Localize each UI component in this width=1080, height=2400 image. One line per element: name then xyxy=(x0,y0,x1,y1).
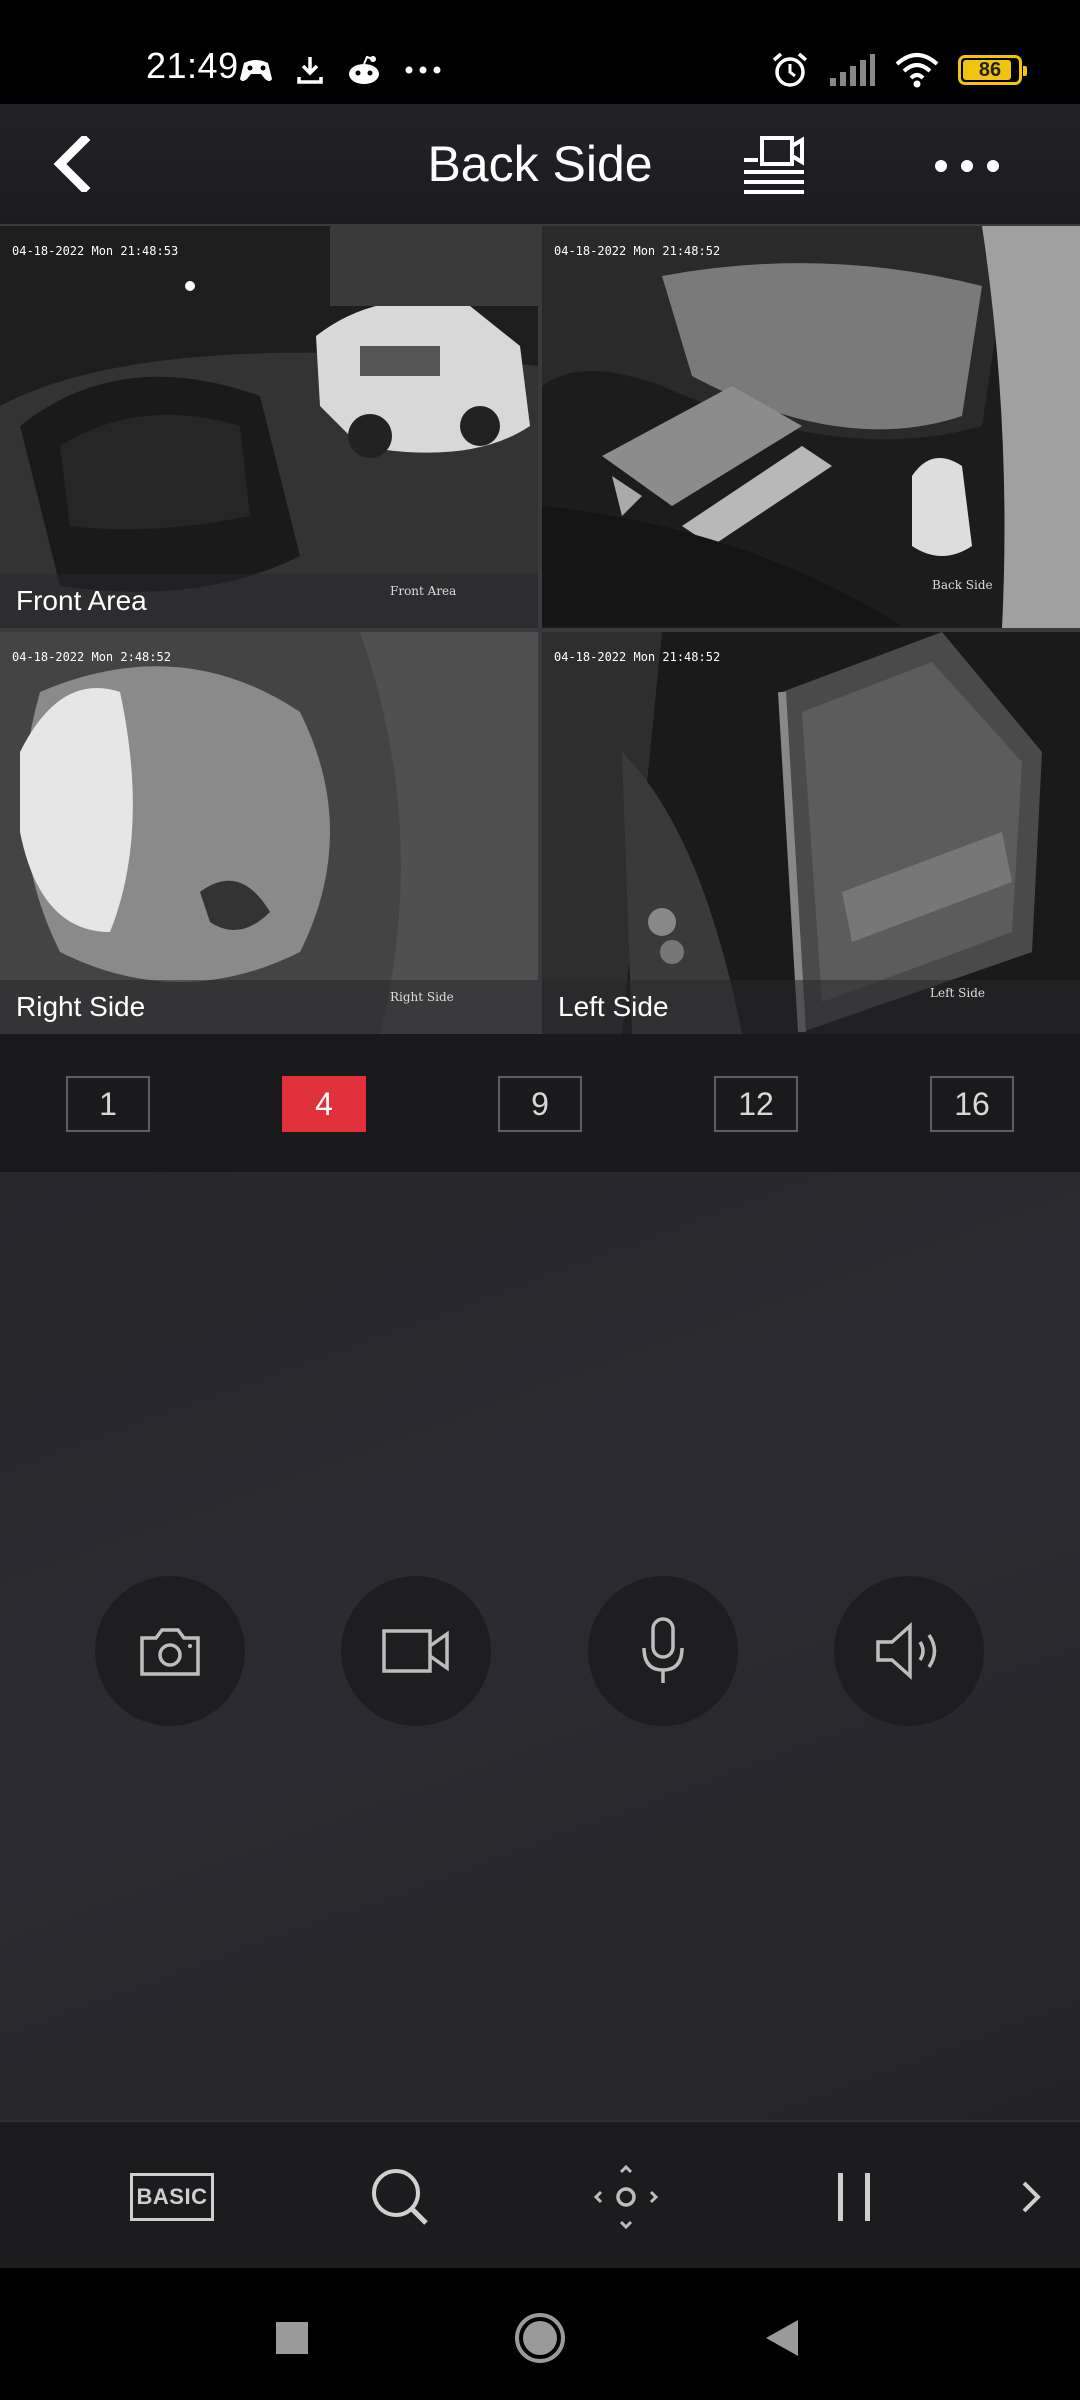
live-view-list-icon xyxy=(744,136,804,194)
status-icons-left xyxy=(238,50,442,90)
reddit-icon xyxy=(349,55,379,84)
camera-label: Front Area xyxy=(16,585,147,616)
osd-timestamp: 04-18-2022 Mon 21:48:52 xyxy=(554,650,721,664)
camera-cell-right-side[interactable]: 04-18-2022 Mon 2:48:52 Right Side Right … xyxy=(0,632,538,1034)
alarm-icon xyxy=(772,52,808,87)
osd-timestamp: 04-18-2022 Mon 2:48:52 xyxy=(12,650,171,664)
status-icons-right: 86 xyxy=(770,46,1027,94)
basic-mode-button[interactable]: BASIC xyxy=(126,2162,218,2232)
pause-button[interactable] xyxy=(814,2162,894,2232)
more-tools-button[interactable] xyxy=(1010,2162,1054,2232)
ptz-button[interactable] xyxy=(586,2162,666,2232)
camera-cell-left-side[interactable]: 04-18-2022 Mon 21:48:52 Left Side Left S… xyxy=(542,632,1080,1034)
more-icon xyxy=(935,160,947,172)
split-9-button[interactable]: 9 xyxy=(498,1076,582,1132)
recents-square-icon xyxy=(276,2322,308,2354)
talk-button[interactable] xyxy=(588,1576,738,1726)
pause-icon xyxy=(838,2173,870,2221)
camera-feed xyxy=(542,226,1080,628)
microphone-icon xyxy=(642,1617,684,1683)
page-title: Back Side xyxy=(427,136,653,192)
osd-camera-name: Back Side xyxy=(932,578,993,592)
search-button[interactable] xyxy=(360,2162,440,2232)
more-dots-icon xyxy=(405,66,441,74)
home-button[interactable] xyxy=(500,2298,580,2378)
osd-camera-name: Front Area xyxy=(390,584,457,598)
camera-feed xyxy=(0,632,538,1034)
camera-label: Right Side xyxy=(16,991,146,1022)
osd-camera-name: Left Side xyxy=(930,986,985,1000)
status-bar: 21:49 86 xyxy=(0,0,1080,104)
basic-label: BASIC xyxy=(129,2173,215,2221)
camera-cell-front-area[interactable]: 04-18-2022 Mon 21:48:53 Front Area Front… xyxy=(0,226,538,628)
chevron-right-icon xyxy=(1022,2181,1041,2213)
camera-grid: 04-18-2022 Mon 21:48:53 Front Area Front… xyxy=(0,224,1080,1034)
split-1-button[interactable]: 1 xyxy=(66,1076,150,1132)
home-circle-icon xyxy=(515,2313,565,2363)
camera-snapshot-icon xyxy=(140,1628,200,1676)
speaker-icon xyxy=(876,1622,937,1680)
record-button[interactable] xyxy=(341,1576,491,1726)
osd-timestamp: 04-18-2022 Mon 21:48:53 xyxy=(12,244,179,258)
battery-icon: 86 xyxy=(958,55,1027,85)
battery-level: 86 xyxy=(978,58,1002,81)
header: Back Side xyxy=(0,104,1080,224)
camera-cell-back-side[interactable]: 04-18-2022 Mon 21:48:52 Back Side xyxy=(542,226,1080,628)
live-view-list-button[interactable] xyxy=(736,134,816,198)
split-selector: 1 4 9 12 16 xyxy=(0,1034,1080,1172)
back-nav-button[interactable] xyxy=(742,2298,822,2378)
audio-button[interactable] xyxy=(834,1576,984,1726)
search-icon xyxy=(372,2169,428,2225)
split-12-button[interactable]: 12 xyxy=(714,1076,798,1132)
system-nav-bar xyxy=(0,2268,1080,2400)
wifi-icon xyxy=(895,53,939,88)
osd-timestamp: 04-18-2022 Mon 21:48:52 xyxy=(554,244,721,258)
video-record-icon xyxy=(382,1629,449,1673)
bottom-toolbar: BASIC xyxy=(0,2120,1080,2268)
more-button[interactable] xyxy=(922,138,1012,194)
camera-feed xyxy=(542,632,1080,1034)
control-panel xyxy=(0,1172,1080,2120)
split-16-button[interactable]: 16 xyxy=(930,1076,1014,1132)
split-4-button[interactable]: 4 xyxy=(282,1076,366,1132)
camera-label: Left Side xyxy=(558,991,669,1022)
osd-camera-name: Right Side xyxy=(390,990,454,1004)
download-icon xyxy=(297,57,323,84)
camera-feed xyxy=(0,226,538,628)
signal-icon xyxy=(830,54,875,86)
status-time: 21:49 xyxy=(146,45,239,86)
recents-button[interactable] xyxy=(252,2298,332,2378)
snapshot-button[interactable] xyxy=(95,1576,245,1726)
back-triangle-icon xyxy=(766,2320,798,2356)
game-controller-icon xyxy=(240,60,272,81)
ptz-direction-icon xyxy=(593,2164,659,2230)
